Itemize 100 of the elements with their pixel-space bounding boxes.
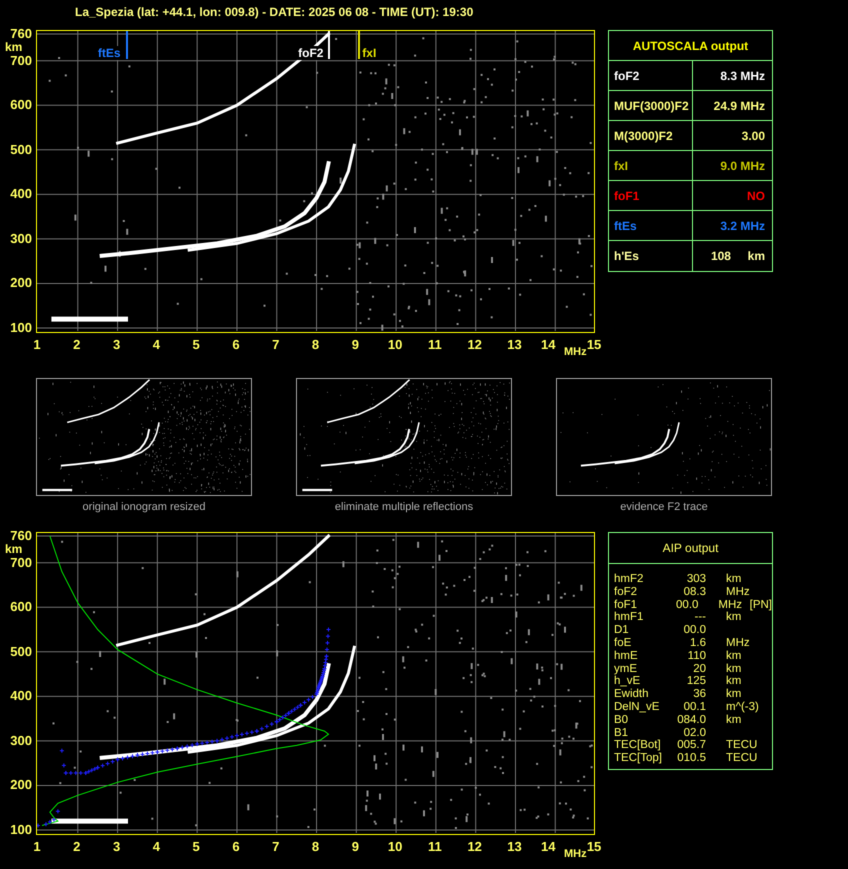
parameter-unit: TECU (726, 739, 758, 752)
axis-tick-label: 8 (312, 840, 320, 854)
parameter-name: foF2 (614, 586, 638, 599)
parameter-label: foF2 (614, 68, 640, 82)
axis-tick-label: 14 (541, 338, 556, 352)
axis-tick-label: 500 (10, 142, 32, 157)
axis-tick-label: 600 (10, 600, 32, 614)
parameter-unit: TECU (726, 752, 758, 765)
axis-tick-label: 8 (312, 338, 320, 352)
axis-tick-label: 12 (467, 840, 482, 854)
parameter-name: hmE (614, 650, 639, 663)
axis-unit-label: MHz (564, 346, 587, 358)
parameter-name: hmF2 (614, 573, 644, 586)
axis-tick-label: 400 (10, 187, 32, 202)
parameter-label: fxI (614, 158, 628, 172)
parameter-label: MUF(3000)F2 (614, 98, 689, 112)
axis-tick-label: 700 (10, 556, 32, 570)
axis-tick-label: 11 (428, 840, 442, 854)
axis-tick-label: 9 (352, 840, 359, 854)
parameter-name: B1 (614, 726, 630, 740)
parameter-value: --- (694, 611, 706, 624)
parameter-label: M(3000)F2 (614, 128, 673, 142)
axis-tick-label: 15 (586, 338, 602, 352)
parameter-unit: m^(-3) (726, 700, 760, 714)
parameter-name: TEC[Bot] (614, 739, 662, 752)
parameter-name: TEC[Top] (614, 752, 663, 765)
axis-tick-label: 3 (112, 338, 120, 352)
table-cell-text: 8.3 MHz (719, 68, 766, 84)
parameter-value: 1.6 (689, 636, 706, 650)
parameter-value: 00.0 (675, 598, 698, 612)
parameter-name: foE (614, 636, 632, 650)
axis-tick-label: 760 (10, 26, 32, 41)
parameter-name: foF1 (614, 598, 638, 612)
axis-tick-label: 14 (541, 840, 556, 854)
table-cell-text: 3.00 (740, 128, 766, 144)
parameter-value: 005.7 (676, 739, 706, 752)
table-cell-text: 9.0 MHz (719, 158, 766, 174)
parameter-unit: km (726, 688, 742, 701)
parameter-unit: km (726, 650, 742, 663)
axis-tick-label: 11 (428, 338, 442, 352)
table-title: AUTOSCALA output (609, 31, 772, 61)
axis-tick-label: 15 (586, 840, 602, 854)
axis-tick-label: 7 (272, 840, 280, 854)
parameter-unit: MHz (718, 598, 744, 612)
parameter-name: B0 (614, 714, 630, 727)
axis-tick-label: 200 (10, 276, 32, 290)
axis-tick-label: 200 (10, 778, 32, 792)
axis-tick-label: 100 (10, 823, 32, 837)
table-cell-text: 108 km (710, 248, 766, 265)
parameter-name: D1 (614, 624, 630, 637)
table-title: AIP output (609, 533, 772, 564)
table-cell-text: 3.2 MHz (719, 218, 766, 234)
thumbnail-caption: eliminate multiple reflections (334, 500, 474, 514)
axis-tick-label: 700 (10, 54, 32, 68)
parameter-label: foF1 (614, 188, 640, 202)
axis-tick-label: 12 (467, 338, 482, 352)
axis-tick-label: 7 (272, 338, 280, 352)
parameter-label: ftEs (614, 218, 637, 232)
axis-tick-label: 100 (10, 321, 32, 335)
axis-tick-label: 2 (73, 840, 80, 854)
marker-label: ftEs (96, 46, 122, 60)
parameter-value: 08.3 (682, 586, 706, 599)
axis-tick-label: 10 (388, 338, 402, 352)
parameter-name: ymE (614, 662, 638, 676)
parameter-name: h_vE (614, 675, 642, 688)
axis-tick-label: 400 (10, 689, 32, 704)
axis-tick-label: 300 (10, 232, 32, 246)
parameter-value: 00.1 (682, 700, 706, 714)
parameter-note: [PN] (750, 598, 772, 612)
parameter-name: DelN_vE (614, 700, 660, 714)
axis-tick-label: 13 (507, 840, 522, 854)
parameter-value: 303 (686, 573, 706, 586)
axis-tick-label: 5 (192, 338, 200, 352)
parameter-value: 02.0 (682, 726, 706, 740)
parameter-value: 125 (686, 675, 706, 688)
axis-unit-label: MHz (564, 848, 587, 860)
axis-tick-label: 300 (10, 734, 32, 748)
parameter-value: 110 (686, 650, 706, 663)
parameter-unit: MHz (726, 636, 751, 650)
axis-tick-label: 1 (33, 338, 41, 352)
parameter-value: 36 (692, 688, 706, 701)
parameter-name: hmF1 (614, 611, 644, 624)
parameter-unit: km (726, 662, 742, 676)
ionogram-title: La_Spezia (lat: +44.1, lon: 009.8) - DATE: 2025 06 08 - TIME (UT): 19:30 (75, 5, 474, 19)
parameter-name: Ewidth (614, 688, 650, 701)
parameter-value: 010.5 (676, 752, 706, 765)
axis-tick-label: 2 (73, 338, 80, 352)
axis-tick-label: 9 (352, 338, 359, 352)
axis-tick-label: 1 (33, 840, 41, 854)
marker-label: fxI (361, 46, 378, 60)
parameter-unit: MHz (726, 586, 750, 599)
table-cell-text: 24.9 MHz (712, 98, 766, 114)
axis-tick-label: 13 (507, 338, 522, 352)
axis-tick-label: 6 (232, 840, 240, 854)
parameter-value: 00.0 (682, 624, 706, 637)
parameter-unit: km (726, 611, 742, 624)
axis-unit-label: km (5, 542, 22, 556)
axis-tick-label: 500 (10, 644, 32, 659)
table-cell-text: NO (746, 188, 766, 204)
marker-label: foF2 (297, 46, 324, 60)
